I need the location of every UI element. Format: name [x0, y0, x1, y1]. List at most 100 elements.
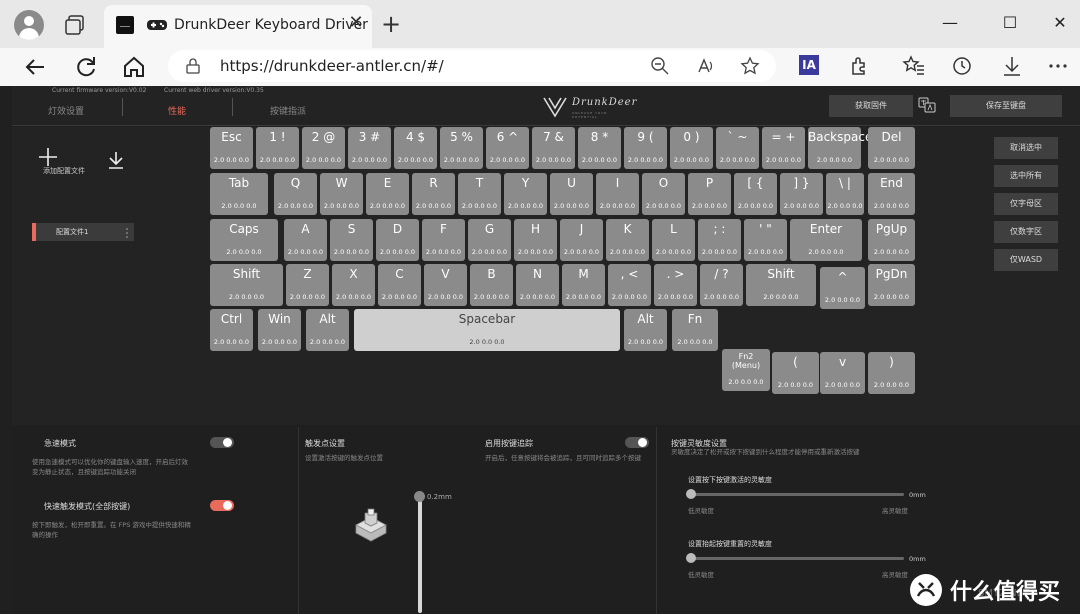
key-[interactable]: \ | 2.0 0.0 0.0 — [826, 173, 864, 215]
key-pgup[interactable]: PgUp 2.0 0.0 0.0 — [868, 219, 915, 261]
key-v[interactable]: v 2.0 0.0 0.0 — [820, 352, 865, 394]
downloads-icon[interactable] — [1000, 54, 1024, 78]
press-sensitivity-track[interactable] — [688, 493, 904, 496]
quick-trigger-toggle[interactable] — [210, 500, 234, 511]
key-j[interactable]: J 2.0 0.0 0.0 — [560, 219, 603, 261]
get-firmware-button[interactable]: 获取固件 — [829, 95, 913, 117]
refresh-icon[interactable] — [70, 51, 102, 83]
key-[interactable]: ] } 2.0 0.0 0.0 — [780, 173, 823, 215]
key-2[interactable]: 2 @ 2.0 0.0 0.0 — [302, 127, 345, 169]
key-z[interactable]: Z 2.0 0.0 0.0 — [286, 264, 329, 306]
key-0[interactable]: 0 ) 2.0 0.0 0.0 — [670, 127, 713, 169]
download-config-icon[interactable] — [107, 150, 125, 170]
key-alt[interactable]: Alt 2.0 0.0 0.0 — [306, 309, 349, 351]
maximize-icon[interactable]: ☐ — [990, 10, 1030, 36]
key-ctrl[interactable]: Ctrl 2.0 0.0 0.0 — [210, 309, 253, 351]
key-fn2-menu[interactable]: Fn2 (Menu) 2.0 0.0 0.0 — [722, 349, 770, 391]
key-[interactable]: ^ 2.0 0.0 0.0 — [820, 267, 865, 309]
key-e[interactable]: E 2.0 0.0 0.0 — [366, 173, 409, 215]
key-d[interactable]: D 2.0 0.0 0.0 — [376, 219, 419, 261]
config-item[interactable]: 配置文件1 — [32, 223, 134, 241]
actuation-slider-thumb[interactable] — [414, 491, 425, 502]
home-icon[interactable] — [118, 51, 150, 83]
new-tab-button[interactable]: + — [378, 12, 404, 38]
key-8[interactable]: 8 * 2.0 0.0 0.0 — [578, 127, 621, 169]
key-win[interactable]: Win 2.0 0.0 0.0 — [258, 309, 301, 351]
key-3[interactable]: 3 # 2.0 0.0 0.0 — [348, 127, 391, 169]
key-s[interactable]: S 2.0 0.0 0.0 — [330, 219, 373, 261]
key-esc[interactable]: Esc 2.0 0.0 0.0 — [210, 127, 253, 169]
close-window-icon[interactable]: ✕ — [1040, 10, 1080, 36]
letters-only-button[interactable]: 仅字母区 — [994, 193, 1058, 215]
key-y[interactable]: Y 2.0 0.0 0.0 — [504, 173, 547, 215]
key-l[interactable]: L 2.0 0.0 0.0 — [652, 219, 695, 261]
back-icon[interactable] — [20, 51, 52, 83]
minimize-icon[interactable]: — — [930, 10, 970, 36]
key-shift[interactable]: Shift 2.0 0.0 0.0 — [210, 264, 283, 306]
ia-extension-icon[interactable]: IA — [799, 55, 819, 75]
favorites-icon[interactable] — [902, 54, 926, 78]
config-menu-icon[interactable] — [126, 228, 128, 238]
press-sensitivity-thumb[interactable] — [686, 489, 696, 499]
key-v[interactable]: V 2.0 0.0 0.0 — [424, 264, 467, 306]
favorite-star-icon[interactable] — [740, 56, 760, 76]
key-[interactable]: ` ~ 2.0 0.0 0.0 — [716, 127, 759, 169]
key-m[interactable]: M 2.0 0.0 0.0 — [562, 264, 605, 306]
add-config-icon[interactable] — [38, 147, 58, 167]
release-sensitivity-track[interactable] — [688, 557, 904, 560]
browser-tab[interactable]: DrunkDeer Keyboard Driver ✕ — [104, 5, 372, 48]
rapid-mode-toggle[interactable] — [210, 437, 234, 448]
key-[interactable]: ' " 2.0 0.0 0.0 — [744, 219, 787, 261]
history-icon[interactable] — [950, 54, 974, 78]
key-[interactable]: = + 2.0 0.0 0.0 — [762, 127, 805, 169]
key-w[interactable]: W 2.0 0.0 0.0 — [320, 173, 363, 215]
tab-performance[interactable]: 性能 — [168, 104, 186, 117]
actuation-slider-track[interactable] — [418, 493, 422, 613]
key-x[interactable]: X 2.0 0.0 0.0 — [332, 264, 375, 306]
deselect-button[interactable]: 取消选中 — [994, 137, 1058, 159]
key-fn[interactable]: Fn 2.0 0.0 0.0 — [672, 309, 718, 351]
key-6[interactable]: 6 ^ 2.0 0.0 0.0 — [486, 127, 529, 169]
key-[interactable]: . > 2.0 0.0 0.0 — [654, 264, 697, 306]
wasd-only-button[interactable]: 仅WASD — [994, 249, 1058, 271]
numbers-only-button[interactable]: 仅数字区 — [994, 221, 1058, 243]
key-7[interactable]: 7 & 2.0 0.0 0.0 — [532, 127, 575, 169]
tab-lighting[interactable]: 灯效设置 — [48, 104, 84, 117]
key-backspace[interactable]: Backspace 2.0 0.0 0.0 — [808, 127, 872, 169]
read-aloud-icon[interactable] — [696, 56, 716, 76]
key-[interactable]: ; : 2.0 0.0 0.0 — [698, 219, 741, 261]
key-9[interactable]: 9 (2.0 0.0 0.0 — [624, 127, 667, 169]
key-5[interactable]: 5 % 2.0 0.0 0.0 — [440, 127, 483, 169]
key-q[interactable]: Q 2.0 0.0 0.0 — [274, 173, 317, 215]
key-pgdn[interactable]: PgDn 2.0 0.0 0.0 — [868, 264, 915, 306]
key-k[interactable]: K 2.0 0.0 0.0 — [606, 219, 649, 261]
key-i[interactable]: I 2.0 0.0 0.0 — [596, 173, 639, 215]
key-tracking-toggle[interactable] — [625, 437, 649, 448]
key-4[interactable]: 4 $ 2.0 0.0 0.0 — [394, 127, 437, 169]
key-caps[interactable]: Caps 2.0 0.0 0.0 — [210, 219, 278, 261]
key-[interactable]: (2.0 0.0 0.0 — [772, 352, 819, 394]
lock-icon[interactable] — [186, 58, 200, 74]
key-c[interactable]: C 2.0 0.0 0.0 — [378, 264, 421, 306]
key-[interactable]: / ? 2.0 0.0 0.0 — [700, 264, 743, 306]
tab-key-assign[interactable]: 按键指派 — [270, 104, 306, 117]
translate-icon[interactable] — [918, 97, 936, 113]
key-o[interactable]: O 2.0 0.0 0.0 — [642, 173, 685, 215]
key-b[interactable]: B 2.0 0.0 0.0 — [470, 264, 513, 306]
release-sensitivity-thumb[interactable] — [686, 553, 696, 563]
save-to-keyboard-button[interactable]: 保存至键盘 — [950, 95, 1062, 117]
workspaces-icon[interactable] — [62, 12, 88, 38]
key-del[interactable]: Del 2.0 0.0 0.0 — [868, 127, 915, 169]
key-alt[interactable]: Alt 2.0 0.0 0.0 — [624, 309, 667, 351]
profile-icon[interactable] — [14, 10, 44, 40]
zoom-out-icon[interactable] — [650, 56, 670, 76]
key-tab[interactable]: Tab 2.0 0.0 0.0 — [210, 173, 268, 215]
key-[interactable]: ) 2.0 0.0 0.0 — [868, 352, 915, 394]
key-shift[interactable]: Shift 2.0 0.0 0.0 — [746, 264, 816, 306]
key-spacebar[interactable]: Spacebar 2.0 0.0 0.0 — [354, 309, 620, 351]
key-n[interactable]: N 2.0 0.0 0.0 — [516, 264, 559, 306]
key-h[interactable]: H 2.0 0.0 0.0 — [514, 219, 557, 261]
key-1[interactable]: 1 ! 2.0 0.0 0.0 — [256, 127, 299, 169]
key-f[interactable]: F 2.0 0.0 0.0 — [422, 219, 465, 261]
key-u[interactable]: U 2.0 0.0 0.0 — [550, 173, 593, 215]
